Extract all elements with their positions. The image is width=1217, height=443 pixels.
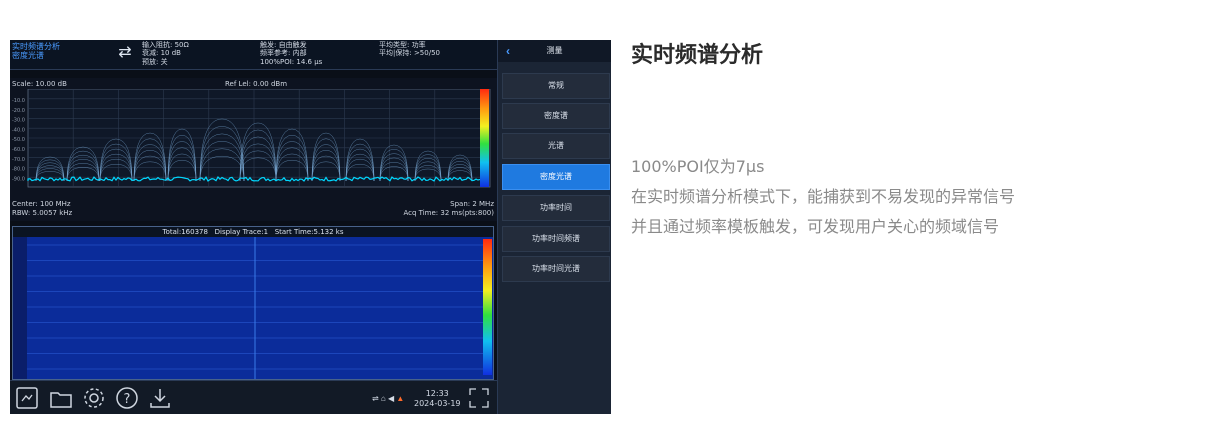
preamp-label: 预放: 关 (142, 57, 168, 66)
swap-icon[interactable]: ⇄ (114, 44, 136, 62)
feature-line-trigger: 并且通过频率模板触发，可发现用户关心的频域信号 (631, 217, 1000, 236)
waterfall-panel[interactable]: Total:160378 Display Trace:1 Start Time:… (12, 226, 494, 380)
trigger-settings[interactable]: 触发: 自由触发 频率参考: 内部 100%POI: 14.6 μs (260, 41, 322, 66)
menu-title: ‹ 测量 (498, 40, 611, 62)
y-tick-label: -50.0 (12, 137, 25, 143)
y-tick-label: -30.0 (12, 118, 25, 124)
feature-line-capture: 在实时频谱分析模式下，能捕获到不易发现的异常信号 (631, 187, 1016, 206)
menu-item-power-time-spectrum[interactable]: 功率时间频谱 (502, 226, 610, 252)
view-name: 密度光谱 (12, 51, 44, 60)
span-label[interactable]: Span: 2 MHz (450, 200, 494, 208)
instrument-screen: 实时频谱分析 密度光谱 ⇄ 输入阻抗: 50Ω 衰减: 10 dB 预放: 关 … (10, 40, 611, 414)
rbw-label[interactable]: RBW: 5.0057 kHz (12, 209, 72, 217)
screenshot-icon[interactable] (14, 385, 40, 411)
density-colorbar (480, 89, 489, 187)
menu-item-normal[interactable]: 常规 (502, 73, 610, 99)
waterfall-plot (13, 237, 493, 379)
clock-time: 12:33 (425, 389, 449, 398)
y-tick-label: -60.0 (12, 147, 25, 153)
clock-date: 2024-03-19 (414, 399, 461, 408)
status-icons: ⇌ ⌂ ◀ ▲ (372, 394, 405, 403)
svg-text:?: ? (124, 392, 131, 407)
help-icon[interactable]: ? (114, 385, 140, 411)
feature-line-poi: 100%POI仅为7μs (631, 157, 765, 176)
center-freq-label[interactable]: Center: 100 MHz (12, 200, 71, 208)
average-settings[interactable]: 平均类型: 功率 平均|保持: >50/50 (379, 41, 440, 58)
attenuation-label: 衰减: 10 dB (142, 49, 181, 58)
status-bar: 实时频谱分析 密度光谱 ⇄ 输入阻抗: 50Ω 衰减: 10 dB 预放: 关 … (10, 40, 497, 70)
warning-icon[interactable]: ▲ (396, 394, 404, 403)
waterfall-header: Total:160378 Display Trace:1 Start Time:… (13, 227, 493, 237)
menu-item-power-time-spectrogram[interactable]: 功率时间光谱 (502, 256, 610, 282)
folder-icon[interactable] (48, 385, 74, 411)
y-tick-label: -70.0 (12, 157, 25, 163)
scale-label: Scale: 10.00 dB (12, 80, 67, 88)
mode-indicator[interactable]: 实时频谱分析 密度光谱 (12, 42, 60, 60)
menu-item-power-time[interactable]: 功率时间 (502, 195, 610, 221)
y-tick-labels: -10.0 -20.0 -30.0 -40.0 -50.0 -60.0 -70.0 -80.0… (12, 98, 25, 182)
menu-item-spectrogram[interactable]: 光谱 (502, 133, 610, 159)
spectrum-plot: -10.0 -20.0 -30.0 -40.0 -50.0 -60.0 -70.0 -80.0… (12, 89, 491, 188)
avg-hold-label: 平均|保持: >50/50 (379, 49, 440, 58)
clock: 12:33 2024-03-19 (414, 389, 461, 409)
poi-label: 100%POI: 14.6 μs (260, 57, 323, 66)
waterfall-colorbar (483, 239, 492, 375)
input-settings[interactable]: 输入阻抗: 50Ω 衰减: 10 dB 预放: 关 (142, 41, 189, 66)
fullscreen-icon[interactable] (466, 385, 492, 411)
menu-title-text: 测量 (546, 46, 563, 55)
y-tick-label: -80.0 (12, 167, 25, 173)
download-icon[interactable] (147, 385, 173, 411)
bottom-toolbar: ? ⇌ ⌂ ◀ ▲ 12:33 2024-03-19 (10, 380, 497, 414)
section-heading: 实时频谱分析 (631, 43, 764, 68)
freq-ref-label: 频率参考: 内部 (260, 49, 307, 58)
gear-icon[interactable] (81, 385, 107, 411)
acq-time-label[interactable]: Acq Time: 32 ms(pts:800) (403, 209, 494, 217)
y-tick-label: -40.0 (12, 127, 25, 133)
back-icon[interactable]: ‹ (506, 40, 510, 62)
ref-level-label: Ref Lel: 0.00 dBm (225, 80, 288, 88)
menu-item-density[interactable]: 密度谱 (502, 103, 610, 129)
mode-name: 实时频谱分析 (12, 42, 60, 51)
menu-item-density-spectrogram[interactable]: 密度光谱 (502, 164, 610, 190)
spectrum-panel[interactable]: Scale: 10.00 dB Ref Lel: 0.00 dBm -10.0-… (10, 78, 504, 221)
y-tick-label: -90.0 (12, 176, 25, 182)
measure-menu: ‹ 测量 常规 密度谱 光谱 密度光谱 功率时间 功率时间频谱 功率时间光谱 (497, 40, 611, 414)
y-tick-label: -10.0 (12, 98, 25, 104)
y-tick-label: -20.0 (12, 108, 25, 114)
